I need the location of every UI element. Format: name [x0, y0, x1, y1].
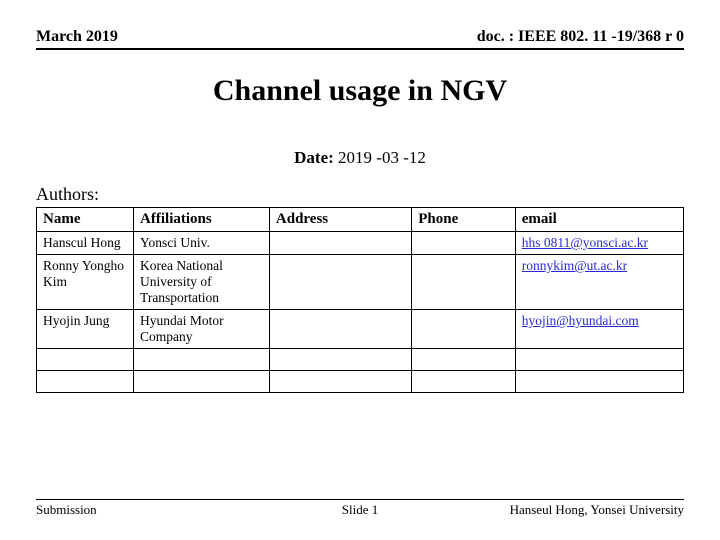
footer-right: Hanseul Hong, Yonsei University: [510, 502, 684, 518]
email-link[interactable]: hhs 0811@yonsci.ac.kr: [522, 235, 648, 250]
cell-addr: [269, 255, 411, 310]
table-row: Hyojin Jung Hyundai Motor Company hyojin…: [37, 310, 684, 349]
col-phone: Phone: [412, 208, 516, 232]
cell-addr: [269, 310, 411, 349]
cell-email: [515, 371, 683, 393]
table-row: Hanscul Hong Yonsci Univ. hhs 0811@yonsc…: [37, 232, 684, 255]
cell-aff: Korea National University of Transportat…: [134, 255, 270, 310]
table-row: [37, 371, 684, 393]
date-row: Date: 2019 -03 -12: [36, 148, 684, 168]
email-link[interactable]: ronnykim@ut.ac.kr: [522, 258, 627, 273]
cell-email: hyojin@hyundai.com: [515, 310, 683, 349]
cell-phone: [412, 232, 516, 255]
col-aff: Affiliations: [134, 208, 270, 232]
date-label: Date:: [294, 148, 334, 167]
cell-phone: [412, 310, 516, 349]
cell-email: ronnykim@ut.ac.kr: [515, 255, 683, 310]
cell-email: hhs 0811@yonsci.ac.kr: [515, 232, 683, 255]
cell-addr: [269, 349, 411, 371]
cell-name: [37, 349, 134, 371]
cell-aff: [134, 371, 270, 393]
authors-label: Authors:: [36, 184, 684, 205]
cell-aff: [134, 349, 270, 371]
cell-phone: [412, 371, 516, 393]
cell-addr: [269, 232, 411, 255]
header-date: March 2019: [36, 28, 118, 46]
date-value: 2019 -03 -12: [338, 148, 426, 167]
cell-email: [515, 349, 683, 371]
table-row: [37, 349, 684, 371]
col-name: Name: [37, 208, 134, 232]
table-header-row: Name Affiliations Address Phone email: [37, 208, 684, 232]
cell-name: [37, 371, 134, 393]
page-title: Channel usage in NGV: [36, 74, 684, 108]
header-docid: doc. : IEEE 802. 11 -19/368 r 0: [477, 28, 684, 46]
cell-name: Hanscul Hong: [37, 232, 134, 255]
cell-phone: [412, 349, 516, 371]
cell-aff: Hyundai Motor Company: [134, 310, 270, 349]
email-link[interactable]: hyojin@hyundai.com: [522, 313, 639, 328]
table-row: Ronny Yongho Kim Korea National Universi…: [37, 255, 684, 310]
footer-left: Submission: [36, 502, 97, 518]
col-email: email: [515, 208, 683, 232]
cell-aff: Yonsci Univ.: [134, 232, 270, 255]
doc-header: March 2019 doc. : IEEE 802. 11 -19/368 r…: [36, 28, 684, 50]
col-addr: Address: [269, 208, 411, 232]
cell-addr: [269, 371, 411, 393]
doc-footer: Submission Slide 1 Hanseul Hong, Yonsei …: [36, 499, 684, 518]
cell-name: Ronny Yongho Kim: [37, 255, 134, 310]
authors-table: Name Affiliations Address Phone email Ha…: [36, 207, 684, 393]
cell-name: Hyojin Jung: [37, 310, 134, 349]
cell-phone: [412, 255, 516, 310]
